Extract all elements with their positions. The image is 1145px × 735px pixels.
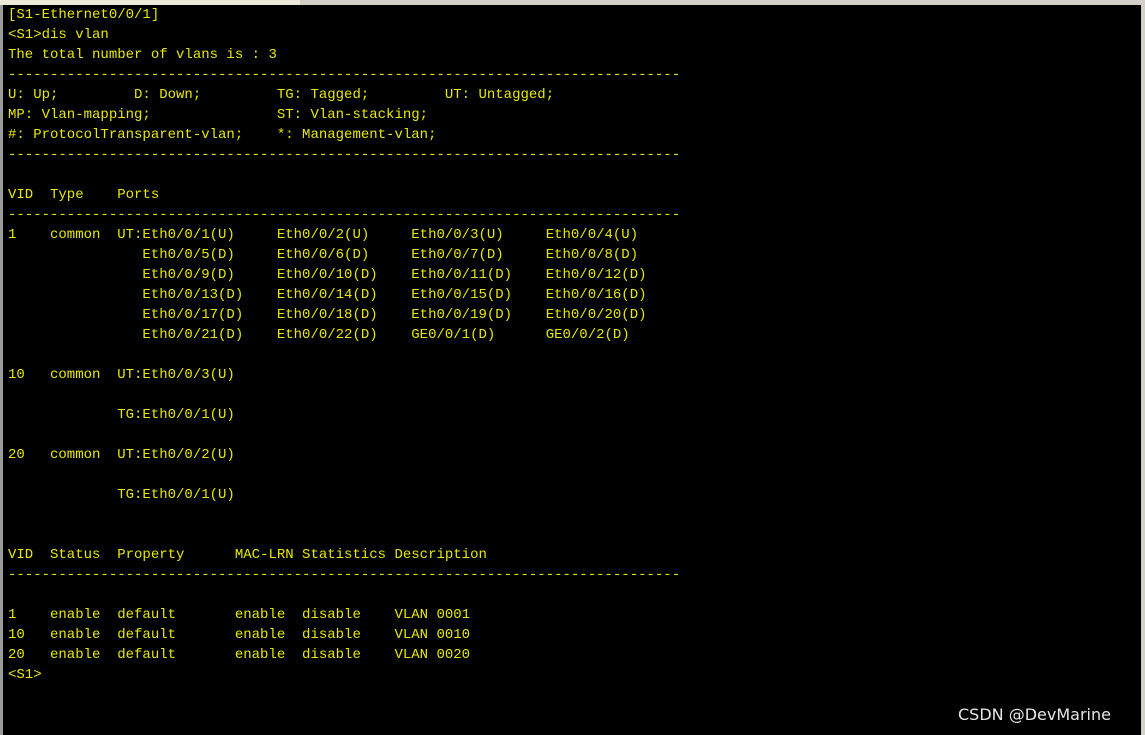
terminal-line: TG:Eth0/0/1(U) [8,487,235,503]
right-border [1141,5,1145,735]
terminal-line: 20 enable default enable disable VLAN 00… [8,647,471,663]
terminal-line: Eth0/0/9(D) Eth0/0/10(D) Eth0/0/11(D) Et… [8,267,647,283]
terminal-line: The total number of vlans is : 3 [8,47,277,63]
terminal-line: #: ProtocolTransparent-vlan; *: Manageme… [8,127,437,143]
terminal-line: ----------------------------------------… [8,207,681,223]
terminal-line: Eth0/0/13(D) Eth0/0/14(D) Eth0/0/15(D) E… [8,287,647,303]
terminal-line: ----------------------------------------… [8,567,681,583]
terminal-line: [S1-Ethernet0/0/1] [8,7,160,23]
terminal-line: 1 common UT:Eth0/0/1(U) Eth0/0/2(U) Eth0… [8,227,639,243]
terminal-line: 1 enable default enable disable VLAN 000… [8,607,471,623]
terminal-line: TG:Eth0/0/1(U) [8,407,235,423]
terminal-line: 10 enable default enable disable VLAN 00… [8,627,471,643]
command-prompt[interactable]: <S1> [8,665,42,685]
terminal-output[interactable]: [S1-Ethernet0/0/1] <S1>dis vlan The total … [3,5,1141,735]
terminal-line: 20 common UT:Eth0/0/2(U) [8,447,235,463]
terminal-line: VID Type Ports [8,187,160,203]
terminal-line: U: Up; D: Down; TG: Tagged; UT: Untagged… [8,87,555,103]
terminal-line: 10 common UT:Eth0/0/3(U) [8,367,235,383]
terminal-line: ----------------------------------------… [8,147,681,163]
terminal-line: ----------------------------------------… [8,67,681,83]
terminal-line: Eth0/0/5(D) Eth0/0/6(D) Eth0/0/7(D) Eth0… [8,247,639,263]
terminal-line: MP: Vlan-mapping; ST: Vlan-stacking; [8,107,429,123]
terminal-line: <S1>dis vlan [8,27,109,43]
terminal-line: Eth0/0/21(D) Eth0/0/22(D) GE0/0/1(D) GE0… [8,327,630,343]
terminal-window: [S1-Ethernet0/0/1] <S1>dis vlan The total … [0,0,1145,735]
terminal-line: VID Status Property MAC-LRN Statistics D… [8,547,487,563]
watermark: CSDN @DevMarine [958,705,1111,724]
terminal-line: Eth0/0/17(D) Eth0/0/18(D) Eth0/0/19(D) E… [8,307,647,323]
